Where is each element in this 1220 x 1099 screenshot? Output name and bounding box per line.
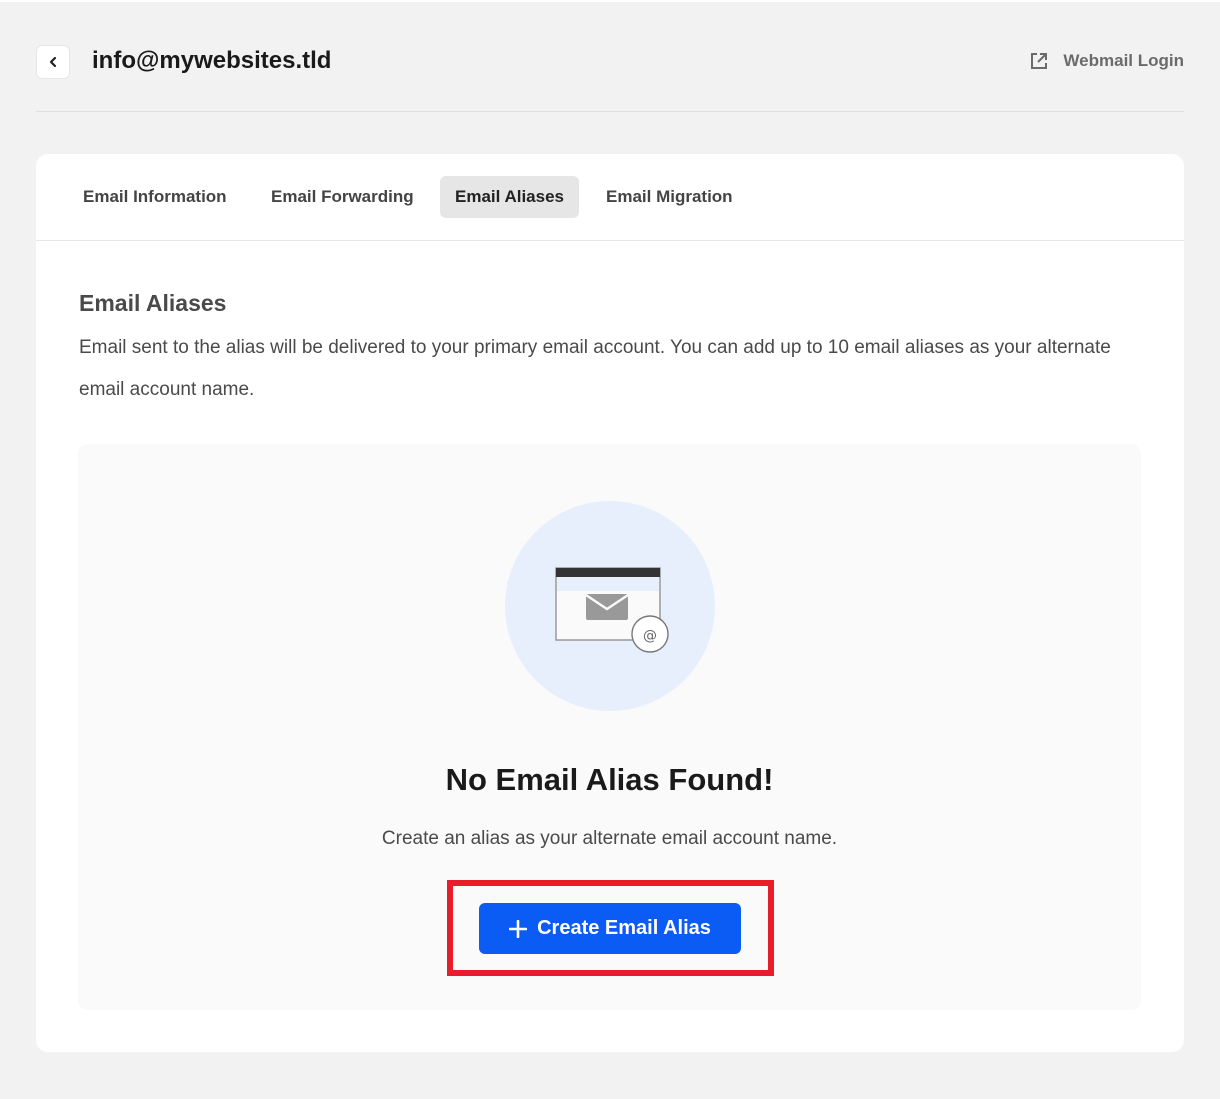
back-button[interactable] bbox=[36, 45, 70, 79]
section-title: Email Aliases bbox=[79, 290, 227, 316]
svg-text:@: @ bbox=[643, 628, 657, 644]
tab-bar: Email Information Email Forwarding Email… bbox=[36, 154, 1184, 241]
tab-email-migration[interactable]: Email Migration bbox=[591, 176, 748, 218]
create-email-alias-button[interactable]: Create Email Alias bbox=[479, 903, 741, 954]
tab-email-aliases[interactable]: Email Aliases bbox=[440, 176, 579, 218]
tab-email-forwarding[interactable]: Email Forwarding bbox=[256, 176, 429, 218]
chevron-left-icon bbox=[49, 56, 57, 68]
email-aliases-card: Email Information Email Forwarding Email… bbox=[36, 154, 1184, 1052]
create-email-alias-label: Create Email Alias bbox=[537, 917, 711, 939]
page-title: info@mywebsites.tld bbox=[92, 47, 332, 74]
webmail-login-link[interactable]: Webmail Login bbox=[1029, 51, 1184, 71]
email-alias-illustration: @ bbox=[555, 567, 669, 653]
webmail-login-label: Webmail Login bbox=[1063, 51, 1184, 70]
page-header: info@mywebsites.tld Webmail Login bbox=[36, 2, 1184, 112]
external-link-icon bbox=[1031, 53, 1048, 69]
empty-state-description: Create an alias as your alternate email … bbox=[381, 828, 838, 849]
empty-state-title: No Email Alias Found! bbox=[445, 762, 774, 797]
section-description: Email sent to the alias will be delivere… bbox=[79, 337, 1111, 400]
empty-state-panel: @ No Email Alias Found! Create an alias … bbox=[78, 444, 1141, 1010]
plus-icon bbox=[509, 919, 528, 938]
tab-email-information[interactable]: Email Information bbox=[68, 176, 242, 218]
page: info@mywebsites.tld Webmail Login Email … bbox=[0, 0, 1220, 1099]
